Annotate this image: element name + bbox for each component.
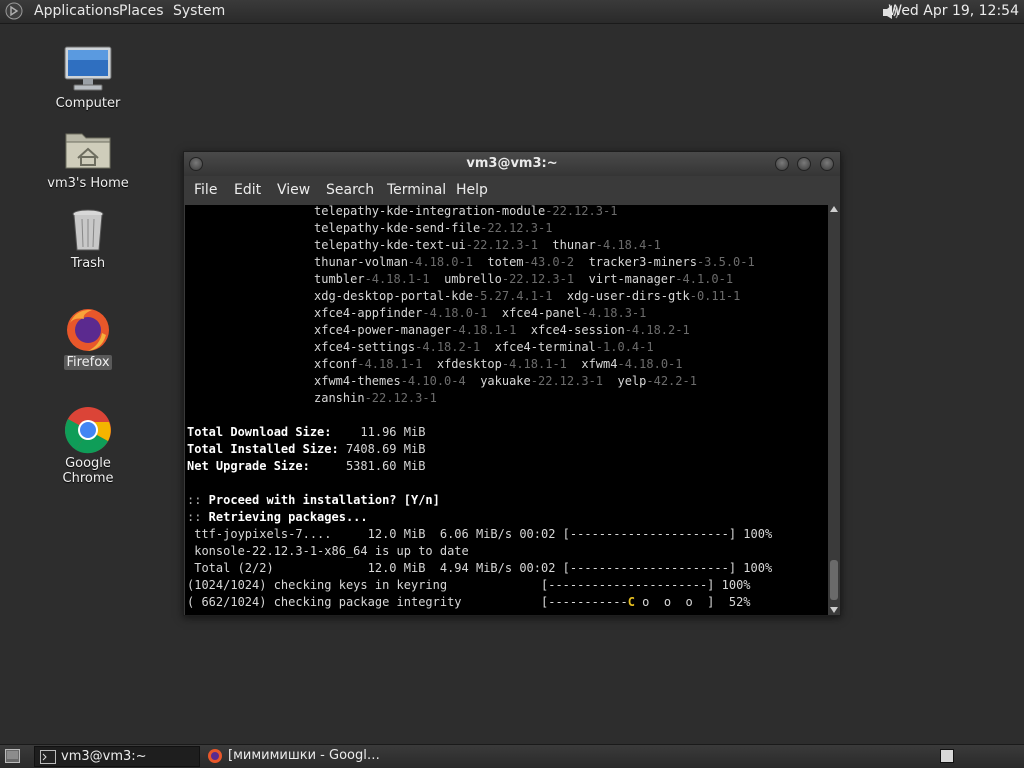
trash-icon xyxy=(72,209,104,251)
menu-applications[interactable]: Applications xyxy=(34,3,120,19)
home-folder-icon xyxy=(65,133,111,169)
package-list-line: xfce4-settings-4.18.2-1 xfce4-terminal-1… xyxy=(314,340,654,354)
progress-line: Total (2/2) 12.0 MiB 4.94 MiB/s 00:02 [-… xyxy=(187,561,773,575)
window-menubar: File Edit View Search Terminal Help xyxy=(184,176,840,204)
menu-search[interactable]: Search xyxy=(326,182,374,198)
desktop-icon-label: Google Chrome xyxy=(62,456,114,486)
taskbar-item-label: [мимимишки - Googl… xyxy=(228,748,380,763)
desktop-icon-firefox[interactable]: Firefox xyxy=(38,305,138,370)
scroll-down-arrow-icon[interactable] xyxy=(830,607,838,613)
top-panel: Applications Places System Wed Apr 19, 1… xyxy=(0,0,1024,24)
package-list-line: xdg-desktop-portal-kde-5.27.4.1-1 xdg-us… xyxy=(314,289,741,303)
firefox-icon xyxy=(208,749,222,763)
proceed-prompt-line: :: Proceed with installation? [Y/n] xyxy=(187,493,440,507)
package-list-line: telepathy-kde-text-ui-22.12.3-1 thunar-4… xyxy=(314,238,661,252)
computer-icon xyxy=(64,46,112,91)
desktop-icon-label: Firefox xyxy=(64,355,112,370)
package-list-line: telepathy-kde-send-file-22.12.3-1 xyxy=(314,221,553,235)
terminal-scrollbar[interactable] xyxy=(829,205,839,615)
desktop-icon-home[interactable]: vm3's Home xyxy=(38,126,138,191)
minimize-button[interactable] xyxy=(775,157,789,171)
taskbar-item-firefox[interactable]: [мимимишки - Googl… xyxy=(202,746,422,767)
package-list-line: xfce4-appfinder-4.18.0-1 xfce4-panel-4.1… xyxy=(314,306,647,320)
menu-help[interactable]: Help xyxy=(456,182,488,198)
window-titlebar[interactable]: vm3@vm3:~ xyxy=(184,152,840,176)
package-list-line: thunar-volman-4.18.0-1 totem-43.0-2 trac… xyxy=(314,255,755,269)
gnome-foot-icon[interactable] xyxy=(5,2,23,20)
desktop-icon-label: Computer xyxy=(55,96,121,111)
chrome-icon xyxy=(64,407,111,454)
package-list-line: zanshin-22.12.3-1 xyxy=(314,391,437,405)
window-title: vm3@vm3:~ xyxy=(466,156,558,171)
show-desktop-icon[interactable] xyxy=(5,749,20,763)
taskbar-item-terminal[interactable]: vm3@vm3:~ xyxy=(34,746,200,767)
size-summary-line: Total Installed Size: 7408.69 MiB xyxy=(187,442,426,456)
terminal-icon xyxy=(40,750,56,764)
desktop-icon-computer[interactable]: Computer xyxy=(38,44,138,111)
firefox-icon xyxy=(67,309,109,351)
package-list-line: xfce4-power-manager-4.18.1-1 xfce4-sessi… xyxy=(314,323,690,337)
workspace-switcher[interactable] xyxy=(940,749,954,763)
package-list-line: telepathy-kde-integration-module-22.12.3… xyxy=(314,205,618,218)
close-button[interactable] xyxy=(820,157,834,171)
package-list-line: tumbler-4.18.1-1 umbrello-22.12.3-1 virt… xyxy=(314,272,734,286)
desktop-icon-chrome[interactable]: Google Chrome xyxy=(38,406,138,486)
taskbar-item-label: vm3@vm3:~ xyxy=(61,749,147,764)
package-list-line: xfwm4-themes-4.10.0-4 yakuake-22.12.3-1 … xyxy=(314,374,697,388)
desktop-icon-label: Trash xyxy=(70,256,106,271)
menu-places[interactable]: Places xyxy=(119,3,164,19)
terminal-output[interactable]: telepathy-kde-integration-module-22.12.3… xyxy=(185,205,828,615)
menu-terminal[interactable]: Terminal xyxy=(387,182,446,198)
maximize-button[interactable] xyxy=(797,157,811,171)
scrollbar-thumb[interactable] xyxy=(830,560,838,600)
menu-file[interactable]: File xyxy=(194,182,217,198)
scroll-up-arrow-icon[interactable] xyxy=(830,206,838,212)
desktop-icon-trash[interactable]: Trash xyxy=(38,206,138,271)
menu-view[interactable]: View xyxy=(277,182,310,198)
desktop-icon-label: vm3's Home xyxy=(47,176,129,191)
menu-edit[interactable]: Edit xyxy=(234,182,261,198)
retrieving-line: :: Retrieving packages... xyxy=(187,510,368,524)
progress-line: ( 662/1024) checking package integrity [… xyxy=(187,595,751,609)
progress-line: konsole-22.12.3-1-x86_64 is up to date xyxy=(187,544,469,558)
bottom-panel: vm3@vm3:~ [мимимишки - Googl… xyxy=(0,744,1024,768)
clock[interactable]: Wed Apr 19, 12:54 xyxy=(888,3,1019,19)
progress-line: ttf-joypixels-7.... 12.0 MiB 6.06 MiB/s … xyxy=(187,527,773,541)
menu-system[interactable]: System xyxy=(173,3,225,19)
package-list-line: xfconf-4.18.1-1 xfdesktop-4.18.1-1 xfwm4… xyxy=(314,357,683,371)
size-summary-line: Net Upgrade Size: 5381.60 MiB xyxy=(187,459,426,473)
terminal-window[interactable]: vm3@vm3:~ File Edit View Search Terminal… xyxy=(183,151,841,616)
size-summary-line: Total Download Size: 11.96 MiB xyxy=(187,425,426,439)
progress-line: (1024/1024) checking keys in keyring [--… xyxy=(187,578,751,592)
